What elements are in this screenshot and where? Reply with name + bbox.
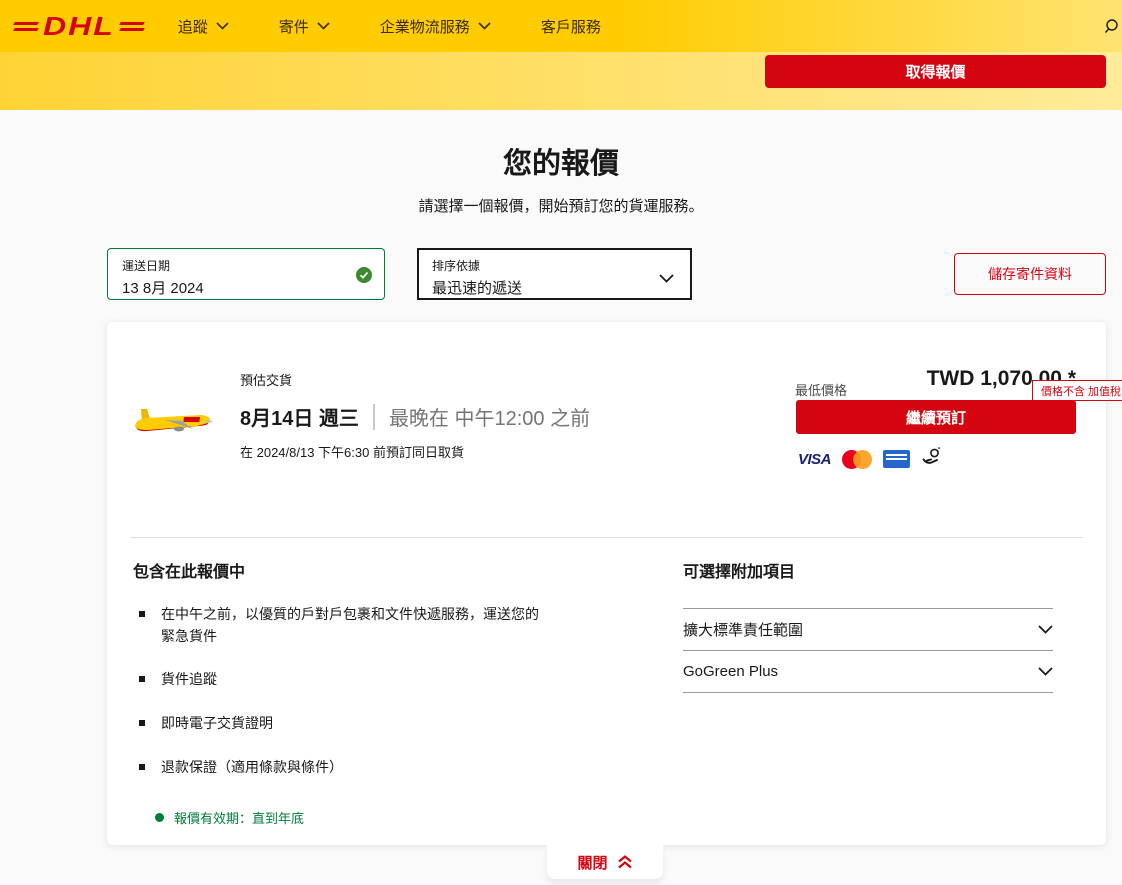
sort-dropdown[interactable]: 排序依據 最迅速的遞送 — [417, 248, 692, 300]
addons-section: 可選擇附加項目 擴大標準責任範圍 GoGreen Plus — [683, 558, 1053, 693]
booking-deadline: 在 2024/8/13 下午6:30 前預訂同日取貨 — [240, 442, 590, 461]
dhl-plane-image — [131, 396, 215, 446]
addon-label: 擴大標準責任範圍 — [683, 619, 803, 640]
close-button[interactable]: 關閉 — [547, 845, 663, 879]
divider — [130, 537, 1083, 538]
save-shipment-button[interactable]: 儲存寄件資料 — [954, 253, 1106, 295]
nav-item-track[interactable]: 追蹤 — [178, 16, 229, 37]
chevron-down-icon — [317, 22, 330, 30]
nav-item-customer-service[interactable]: 客戶服務 — [541, 16, 601, 37]
addon-label: GoGreen Plus — [683, 663, 778, 680]
mastercard-icon — [842, 450, 872, 469]
delivery-date: 8月14日 週三 — [240, 402, 359, 431]
nav-item-logistics[interactable]: 企業物流服務 — [380, 16, 491, 37]
cash-hand-icon — [921, 446, 942, 472]
double-chevron-up-icon — [617, 855, 633, 869]
lowest-price-label: 最低價格 — [795, 380, 847, 399]
green-dot-icon — [155, 813, 164, 822]
addons-title: 可選擇附加項目 — [683, 558, 1053, 582]
nav-item-ship[interactable]: 寄件 — [279, 16, 330, 37]
payment-methods: VISA — [798, 446, 942, 472]
estimated-delivery-label: 預估交貨 — [240, 370, 590, 389]
included-title: 包含在此報價中 — [133, 558, 573, 582]
sort-label: 排序依據 — [432, 257, 677, 274]
chevron-down-icon — [1038, 625, 1053, 634]
check-circle-icon — [356, 267, 372, 288]
validity-text: 報價有效期：直到年底 — [174, 808, 304, 827]
chevron-down-icon — [1038, 667, 1053, 676]
included-item: 即時電子交貨證明 — [133, 713, 541, 735]
continue-booking-button[interactable]: 繼續預訂 — [796, 400, 1076, 434]
amex-icon — [883, 450, 910, 468]
get-quote-button[interactable]: 取得報價 — [765, 55, 1106, 88]
nav-item-track-label: 追蹤 — [178, 16, 208, 37]
quote-banner: 取得報價 — [0, 52, 1122, 110]
included-item: 在中午之前，以優質的戶對戶包裹和文件快遞服務，運送您的緊急貨件 — [133, 604, 541, 647]
quote-validity: 報價有效期：直到年底 — [155, 808, 304, 827]
addon-gogreen-plus[interactable]: GoGreen Plus — [683, 651, 1053, 693]
dhl-logo-left-bars — [14, 22, 38, 31]
price-tooltip: 價格不含 加值稅 — [1032, 380, 1122, 401]
page-title: 您的報價 — [0, 140, 1122, 182]
close-button-label: 關閉 — [577, 852, 607, 873]
page-subtitle: 請選擇一個報價，開始預訂您的貨運服務。 — [0, 195, 1122, 216]
nav-item-logistics-label: 企業物流服務 — [380, 16, 470, 37]
dhl-logo[interactable]: DHL — [14, 10, 144, 42]
ship-date-value: 13 8月 2024 — [122, 277, 370, 298]
included-section: 包含在此報價中 在中午之前，以優質的戶對戶包裹和文件快遞服務，運送您的緊急貨件 … — [133, 558, 573, 800]
visa-icon: VISA — [798, 451, 831, 468]
ship-date-field[interactable]: 運送日期 13 8月 2024 — [107, 248, 385, 300]
top-navbar: DHL 追蹤 寄件 企業物流服務 客戶服務 — [0, 0, 1122, 52]
delivery-cutoff: 最晚在 中午12:00 之前 — [389, 402, 590, 431]
addon-extended-liability[interactable]: 擴大標準責任範圍 — [683, 609, 1053, 651]
nav-item-customer-service-label: 客戶服務 — [541, 16, 601, 37]
ship-date-label: 運送日期 — [122, 257, 370, 274]
chevron-down-icon — [659, 270, 674, 288]
included-item: 貨件追蹤 — [133, 669, 541, 691]
chevron-down-icon — [478, 22, 491, 30]
main-navigation: 追蹤 寄件 企業物流服務 客戶服務 — [178, 16, 601, 37]
nav-item-ship-label: 寄件 — [279, 16, 309, 37]
chevron-down-icon — [216, 22, 229, 30]
dhl-logo-text: DHL — [43, 13, 115, 39]
included-list: 在中午之前，以優質的戶對戶包裹和文件快遞服務，運送您的緊急貨件 貨件追蹤 即時電… — [133, 604, 573, 778]
dhl-logo-right-bars — [120, 22, 144, 31]
search-icon[interactable] — [1104, 18, 1122, 36]
sort-value: 最迅速的遞送 — [432, 277, 677, 298]
delivery-info: 預估交貨 8月14日 週三 最晚在 中午12:00 之前 在 2024/8/13… — [240, 370, 590, 461]
included-item: 退款保證（適用條款與條件） — [133, 757, 541, 779]
divider — [373, 404, 375, 430]
quote-card: 預估交貨 8月14日 週三 最晚在 中午12:00 之前 在 2024/8/13… — [107, 322, 1106, 845]
